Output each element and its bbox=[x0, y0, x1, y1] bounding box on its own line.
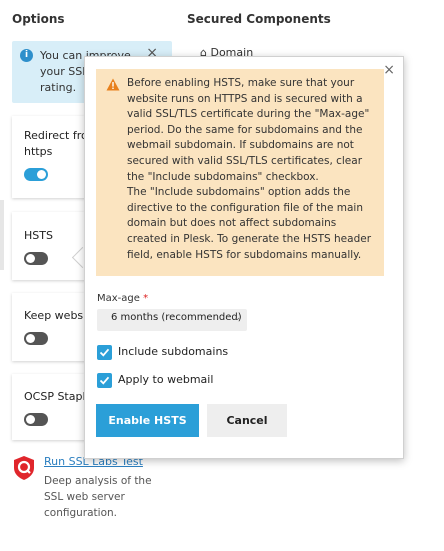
enable-hsts-button[interactable]: Enable HSTS bbox=[96, 404, 199, 437]
warning-message: Before enabling HSTS, make sure that you… bbox=[96, 69, 384, 276]
popup-close-icon[interactable]: × bbox=[383, 62, 395, 78]
apply-webmail-checkbox[interactable] bbox=[97, 373, 112, 388]
options-heading: Options bbox=[12, 12, 65, 26]
include-subdomains-checkbox[interactable] bbox=[97, 345, 112, 360]
secured-components-heading: Secured Components bbox=[187, 12, 331, 26]
warning-text-1: Before enabling HSTS, make sure that you… bbox=[127, 77, 370, 183]
check-icon bbox=[99, 348, 110, 357]
max-age-select[interactable]: 6 months (recommended) ⌄ bbox=[97, 309, 247, 331]
info-icon: i bbox=[20, 49, 33, 62]
apply-webmail-label: Apply to webmail bbox=[118, 373, 214, 386]
ocsp-toggle[interactable] bbox=[24, 413, 48, 426]
selection-indicator bbox=[0, 200, 4, 270]
hsts-toggle[interactable] bbox=[24, 252, 48, 265]
check-icon bbox=[99, 376, 110, 385]
info-banner-rating: rating. bbox=[40, 81, 77, 94]
chevron-down-icon: ⌄ bbox=[233, 313, 241, 323]
include-subdomains-label: Include subdomains bbox=[118, 345, 229, 358]
warning-text-2: The "Include subdomains" option adds the… bbox=[127, 186, 372, 261]
max-age-value: 6 months (recommended) bbox=[111, 312, 242, 323]
max-age-label-text: Max-age bbox=[97, 293, 140, 304]
hsts-popup: × Before enabling HSTS, make sure that y… bbox=[84, 56, 404, 459]
warning-icon bbox=[106, 78, 120, 91]
redirect-toggle[interactable] bbox=[24, 168, 48, 181]
ssl-labs-logo-icon bbox=[14, 456, 34, 480]
ssl-labs-description: Deep analysis of the SSL web server conf… bbox=[44, 475, 152, 519]
max-age-label: Max-age * bbox=[97, 293, 148, 304]
required-mark: * bbox=[143, 293, 149, 304]
cancel-button[interactable]: Cancel bbox=[207, 404, 287, 437]
keep-toggle[interactable] bbox=[24, 332, 48, 345]
